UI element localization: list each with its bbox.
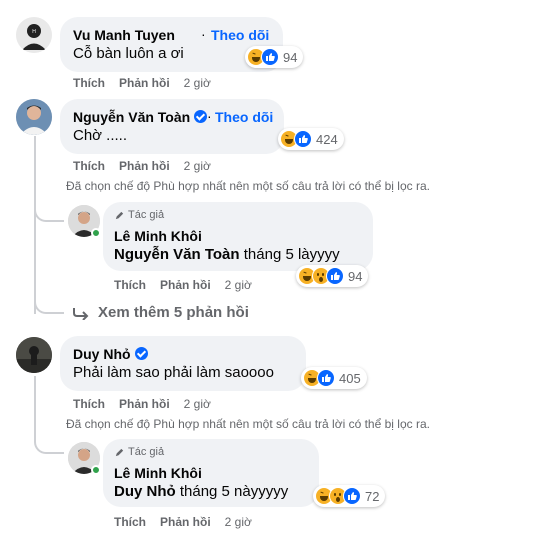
timestamp[interactable]: 2 giờ: [184, 76, 211, 90]
mention-link[interactable]: Nguyễn Văn Toàn: [114, 246, 240, 263]
timestamp[interactable]: 2 giờ: [225, 515, 252, 529]
like-icon: [294, 130, 312, 148]
reply-text: Duy Nhỏ tháng 5 nàyyyyy: [114, 483, 289, 500]
filter-notice: Đã chọn chế độ Phù hợp nhất nên một số c…: [66, 417, 430, 431]
author-badge: Tác giả: [114, 446, 164, 458]
like-icon: [261, 48, 279, 66]
svg-text:H: H: [32, 29, 36, 35]
reaction-count: 72: [365, 488, 380, 504]
avatar[interactable]: [16, 99, 52, 135]
like-action[interactable]: Thích: [114, 515, 146, 529]
reaction-count: 94: [283, 49, 298, 65]
reply-text: Nguyễn Văn Toàn tháng 5 làyyyy: [114, 246, 340, 263]
author-badge: Tác giả: [114, 209, 164, 221]
comment-text: Cỗ bàn luôn a ơi: [73, 45, 184, 62]
commenter-name[interactable]: Lê Minh Khôi: [114, 465, 202, 481]
comment-actions: Thích Phản hồi 2 giờ: [73, 159, 211, 173]
reaction-summary[interactable]: 405: [301, 367, 367, 389]
timestamp[interactable]: 2 giờ: [184, 397, 211, 411]
online-status-indicator: [91, 465, 101, 475]
timestamp[interactable]: 2 giờ: [225, 278, 252, 292]
reaction-summary[interactable]: 72: [313, 485, 386, 507]
thread-connector: [34, 296, 64, 314]
separator-dot: ·: [207, 108, 212, 124]
verified-badge-icon: [194, 110, 208, 123]
reaction-summary[interactable]: 424: [278, 128, 344, 150]
separator-dot: ·: [201, 26, 206, 42]
comment-text: Phải làm sao phải làm saoooo: [73, 364, 274, 381]
follow-link[interactable]: Theo dõi: [211, 27, 269, 43]
thread-line: [34, 136, 36, 314]
reaction-summary[interactable]: 94: [245, 46, 304, 68]
thread-connector: [34, 432, 64, 454]
commenter-name[interactable]: Duy Nhỏ: [73, 346, 148, 362]
like-icon: [343, 487, 361, 505]
commenter-name[interactable]: Vu Manh Tuyen: [73, 27, 175, 43]
online-status-indicator: [91, 228, 101, 238]
reply-action[interactable]: Phản hồi: [119, 76, 170, 90]
pencil-icon: [115, 448, 124, 456]
reply-actions: Thích Phản hồi 2 giờ: [114, 515, 252, 529]
reply-action[interactable]: Phản hồi: [119, 159, 170, 173]
see-more-replies-link[interactable]: Xem thêm 5 phản hồi: [72, 304, 249, 321]
avatar[interactable]: H: [16, 17, 52, 53]
reaction-count: 424: [316, 131, 338, 147]
like-action[interactable]: Thích: [73, 159, 105, 173]
thread-line: [34, 376, 36, 432]
commenter-name[interactable]: Lê Minh Khôi: [114, 228, 202, 244]
reply-actions: Thích Phản hồi 2 giờ: [114, 278, 252, 292]
mention-link[interactable]: Duy Nhỏ: [114, 483, 176, 500]
follow-link[interactable]: Theo dõi: [215, 109, 273, 125]
reaction-summary[interactable]: 94: [296, 265, 369, 287]
reaction-count: 94: [348, 268, 363, 284]
reply-action[interactable]: Phản hồi: [160, 515, 211, 529]
pencil-icon: [115, 211, 124, 219]
like-action[interactable]: Thích: [73, 397, 105, 411]
like-icon: [326, 267, 344, 285]
reaction-count: 405: [339, 370, 361, 386]
thread-connector: [34, 200, 64, 222]
comment-text: Chờ .....: [73, 127, 128, 144]
avatar[interactable]: [16, 337, 52, 373]
comment-actions: Thích Phản hồi 2 giờ: [73, 76, 211, 90]
like-action[interactable]: Thích: [73, 76, 105, 90]
verified-badge-icon: [134, 347, 148, 360]
reply-action[interactable]: Phản hồi: [160, 278, 211, 292]
filter-notice: Đã chọn chế độ Phù hợp nhất nên một số c…: [66, 179, 430, 193]
comment-actions: Thích Phản hồi 2 giờ: [73, 397, 211, 411]
timestamp[interactable]: 2 giờ: [184, 159, 211, 173]
like-action[interactable]: Thích: [114, 278, 146, 292]
commenter-name[interactable]: Nguyễn Văn Toàn: [73, 109, 208, 125]
like-icon: [317, 369, 335, 387]
reply-action[interactable]: Phản hồi: [119, 397, 170, 411]
reply-arrow-icon: [73, 307, 89, 320]
